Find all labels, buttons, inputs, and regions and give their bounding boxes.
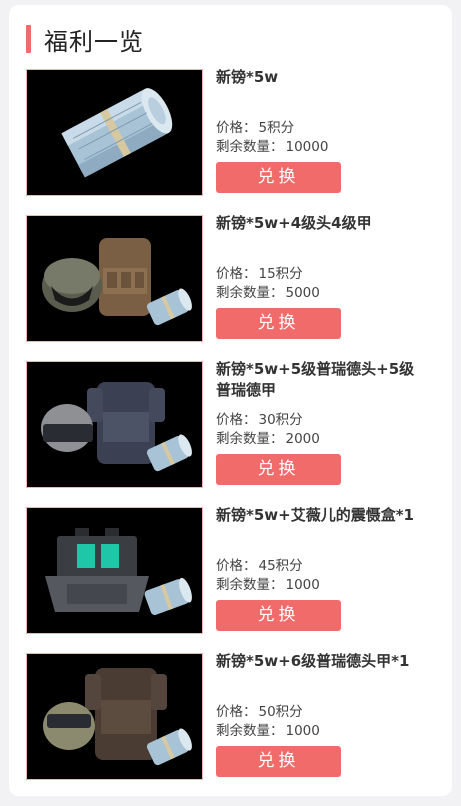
price-value: 45积分 xyxy=(258,558,303,574)
page-title: 福利一览 xyxy=(44,27,144,56)
price-value: 15积分 xyxy=(258,266,303,282)
reward-price: 价格： 5积分 xyxy=(216,119,294,137)
stock-label: 剩余数量： xyxy=(216,723,284,739)
reward-name: 新镑*5w xyxy=(216,68,279,86)
stock-value: 1000 xyxy=(285,723,320,739)
price-value: 5积分 xyxy=(258,120,295,136)
redeem-button[interactable]: 兑换 xyxy=(216,746,341,777)
reward-item: 新镑*5w 价格： 5积分 剩余数量： 10000 兑换 xyxy=(26,68,446,196)
price-label: 价格： xyxy=(216,412,257,428)
reward-name: 新镑*5w+艾薇儿的震慑盒*1 xyxy=(216,506,414,524)
stock-value: 5000 xyxy=(285,285,320,301)
reward-price: 价格： 50积分 xyxy=(216,703,303,721)
price-label: 价格： xyxy=(216,704,257,720)
price-label: 价格： xyxy=(216,558,257,574)
reward-image xyxy=(26,69,203,196)
price-value: 50积分 xyxy=(258,704,303,720)
helmet-armor-money-icon xyxy=(43,668,192,766)
reward-stock: 剩余数量： 1000 xyxy=(216,722,320,740)
helmet-armor-money-icon xyxy=(42,238,192,326)
reward-image xyxy=(26,507,203,634)
money-roll-icon xyxy=(61,88,173,178)
redeem-button[interactable]: 兑换 xyxy=(216,600,341,631)
reward-item: 新镑*5w+4级头4级甲 价格： 15积分 剩余数量： 5000 兑换 xyxy=(26,214,446,342)
price-label: 价格： xyxy=(216,266,257,282)
price-label: 价格： xyxy=(216,120,257,136)
reward-name: 新镑*5w+4级头4级甲 xyxy=(216,214,372,232)
redeem-button[interactable]: 兑换 xyxy=(216,162,341,193)
reward-price: 价格： 30积分 xyxy=(216,411,303,429)
reward-name: 新镑*5w+6级普瑞德头甲*1 xyxy=(216,652,410,670)
reward-stock: 剩余数量： 1000 xyxy=(216,576,320,594)
reward-item: 新镑*5w+艾薇儿的震慑盒*1 价格： 45积分 剩余数量： 1000 兑换 xyxy=(26,506,446,634)
reward-name: 新镑*5w+5级普瑞德头+5级普瑞德甲 xyxy=(216,360,415,399)
stock-label: 剩余数量： xyxy=(216,285,284,301)
stock-label: 剩余数量： xyxy=(216,431,284,447)
reward-item: 新镑*5w+6级普瑞德头甲*1 价格： 50积分 剩余数量： 1000 兑换 xyxy=(26,652,446,780)
stock-value: 10000 xyxy=(285,139,329,155)
stock-value: 2000 xyxy=(285,431,320,447)
redeem-button[interactable]: 兑换 xyxy=(216,308,341,339)
reward-stock: 剩余数量： 5000 xyxy=(216,284,320,302)
redeem-button[interactable]: 兑换 xyxy=(216,454,341,485)
helmet-armor-money-icon xyxy=(41,382,192,472)
reward-price: 价格： 15积分 xyxy=(216,265,303,283)
reward-image xyxy=(26,361,203,488)
stock-value: 1000 xyxy=(285,577,320,593)
reward-stock: 剩余数量： 2000 xyxy=(216,430,320,448)
price-value: 30积分 xyxy=(258,412,303,428)
section-header: 福利一览 xyxy=(26,23,144,56)
case-money-icon xyxy=(45,528,192,615)
title-accent-bar xyxy=(26,25,31,53)
reward-stock: 剩余数量： 10000 xyxy=(216,138,328,156)
reward-image xyxy=(26,215,203,342)
rewards-panel: 福利一览 新镑*5w 价格： 5积分 剩余数量： 10000 兑换 新镑*5w+… xyxy=(9,5,452,796)
stock-label: 剩余数量： xyxy=(216,577,284,593)
reward-price: 价格： 45积分 xyxy=(216,557,303,575)
reward-item: 新镑*5w+5级普瑞德头+5级普瑞德甲 价格： 30积分 剩余数量： 2000 兑换 xyxy=(26,360,446,488)
reward-image xyxy=(26,653,203,780)
stock-label: 剩余数量： xyxy=(216,139,284,155)
